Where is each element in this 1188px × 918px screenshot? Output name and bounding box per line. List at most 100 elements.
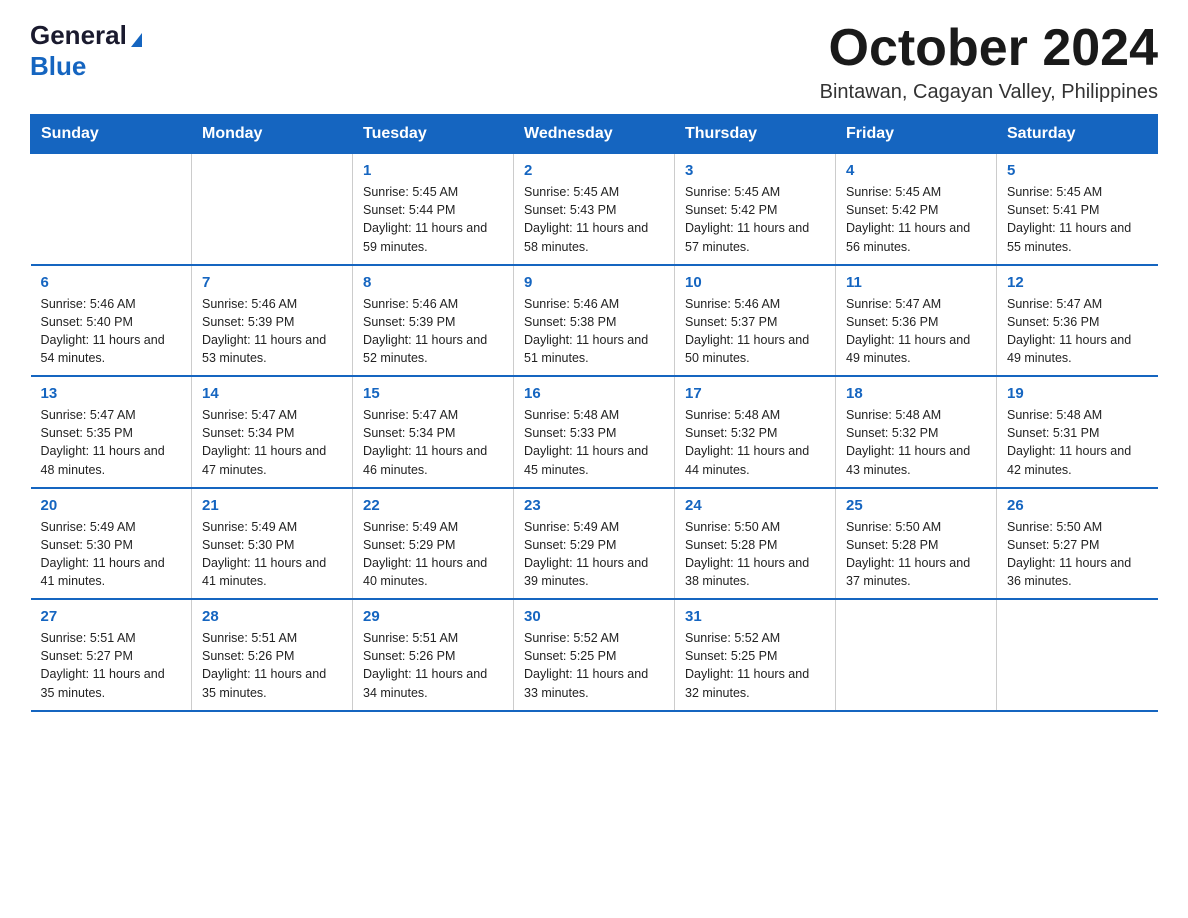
day-number: 27 <box>41 608 182 625</box>
day-number: 6 <box>41 274 182 291</box>
calendar-cell: 1 Sunrise: 5:45 AMSunset: 5:44 PMDaylight… <box>353 154 514 265</box>
page-header: General Blue October 2024 Bintawan, Caga… <box>30 20 1158 104</box>
day-number: 24 <box>685 497 825 514</box>
day-info: Sunrise: 5:48 AMSunset: 5:32 PMDaylight:… <box>685 406 825 479</box>
day-number: 17 <box>685 385 825 402</box>
day-info: Sunrise: 5:49 AMSunset: 5:29 PMDaylight:… <box>363 518 503 591</box>
day-number: 10 <box>685 274 825 291</box>
day-number: 31 <box>685 608 825 625</box>
calendar-header-row: SundayMondayTuesdayWednesdayThursdayFrid… <box>31 115 1158 154</box>
day-number: 1 <box>363 162 503 179</box>
day-info: Sunrise: 5:48 AMSunset: 5:31 PMDaylight:… <box>1007 406 1148 479</box>
calendar-cell <box>192 154 353 265</box>
day-info: Sunrise: 5:50 AMSunset: 5:28 PMDaylight:… <box>685 518 825 591</box>
day-number: 2 <box>524 162 664 179</box>
calendar-cell: 31 Sunrise: 5:52 AMSunset: 5:25 PMDayligh… <box>675 599 836 711</box>
day-info: Sunrise: 5:45 AMSunset: 5:43 PMDaylight:… <box>524 183 664 256</box>
calendar-cell <box>997 599 1158 711</box>
day-number: 12 <box>1007 274 1148 291</box>
calendar-cell: 9 Sunrise: 5:46 AMSunset: 5:38 PMDaylight… <box>514 265 675 377</box>
calendar-cell: 19Sunrise: 5:48 AMSunset: 5:31 PMDayligh… <box>997 376 1158 488</box>
day-number: 21 <box>202 497 342 514</box>
column-header-saturday: Saturday <box>997 115 1158 154</box>
column-header-friday: Friday <box>836 115 997 154</box>
calendar-cell <box>836 599 997 711</box>
logo-triangle-icon <box>131 33 142 47</box>
calendar-cell: 7 Sunrise: 5:46 AMSunset: 5:39 PMDaylight… <box>192 265 353 377</box>
calendar-week-4: 20Sunrise: 5:49 AMSunset: 5:30 PMDayligh… <box>31 488 1158 600</box>
day-number: 23 <box>524 497 664 514</box>
calendar-week-1: 1 Sunrise: 5:45 AMSunset: 5:44 PMDaylight… <box>31 154 1158 265</box>
day-info: Sunrise: 5:48 AMSunset: 5:33 PMDaylight:… <box>524 406 664 479</box>
day-number: 13 <box>41 385 182 402</box>
calendar-cell: 11 Sunrise: 5:47 AMSunset: 5:36 PMDayligh… <box>836 265 997 377</box>
day-info: Sunrise: 5:46 AMSunset: 5:38 PMDaylight:… <box>524 295 664 368</box>
calendar-cell: 3 Sunrise: 5:45 AMSunset: 5:42 PMDaylight… <box>675 154 836 265</box>
title-area: October 2024 Bintawan, Cagayan Valley, P… <box>820 20 1158 104</box>
calendar-week-2: 6 Sunrise: 5:46 AMSunset: 5:40 PMDaylight… <box>31 265 1158 377</box>
day-info: Sunrise: 5:49 AMSunset: 5:30 PMDaylight:… <box>41 518 182 591</box>
day-info: Sunrise: 5:52 AMSunset: 5:25 PMDaylight:… <box>685 629 825 702</box>
day-info: Sunrise: 5:47 AMSunset: 5:36 PMDaylight:… <box>846 295 986 368</box>
calendar-table: SundayMondayTuesdayWednesdayThursdayFrid… <box>30 114 1158 712</box>
calendar-cell: 28 Sunrise: 5:51 AMSunset: 5:26 PMDayligh… <box>192 599 353 711</box>
calendar-cell: 22 Sunrise: 5:49 AMSunset: 5:29 PMDayligh… <box>353 488 514 600</box>
calendar-cell: 12 Sunrise: 5:47 AMSunset: 5:36 PMDayligh… <box>997 265 1158 377</box>
calendar-cell: 17 Sunrise: 5:48 AMSunset: 5:32 PMDayligh… <box>675 376 836 488</box>
day-info: Sunrise: 5:47 AMSunset: 5:36 PMDaylight:… <box>1007 295 1148 368</box>
day-info: Sunrise: 5:48 AMSunset: 5:32 PMDaylight:… <box>846 406 986 479</box>
day-info: Sunrise: 5:50 AMSunset: 5:28 PMDaylight:… <box>846 518 986 591</box>
calendar-cell <box>31 154 192 265</box>
calendar-cell: 6 Sunrise: 5:46 AMSunset: 5:40 PMDaylight… <box>31 265 192 377</box>
calendar-cell: 20Sunrise: 5:49 AMSunset: 5:30 PMDayligh… <box>31 488 192 600</box>
calendar-cell: 23Sunrise: 5:49 AMSunset: 5:29 PMDayligh… <box>514 488 675 600</box>
day-info: Sunrise: 5:47 AMSunset: 5:34 PMDaylight:… <box>202 406 342 479</box>
calendar-cell: 16 Sunrise: 5:48 AMSunset: 5:33 PMDayligh… <box>514 376 675 488</box>
calendar-cell: 30 Sunrise: 5:52 AMSunset: 5:25 PMDayligh… <box>514 599 675 711</box>
column-header-wednesday: Wednesday <box>514 115 675 154</box>
day-info: Sunrise: 5:50 AMSunset: 5:27 PMDaylight:… <box>1007 518 1148 591</box>
calendar-cell: 13 Sunrise: 5:47 AMSunset: 5:35 PMDayligh… <box>31 376 192 488</box>
day-info: Sunrise: 5:49 AMSunset: 5:30 PMDaylight:… <box>202 518 342 591</box>
day-number: 9 <box>524 274 664 291</box>
day-info: Sunrise: 5:45 AMSunset: 5:42 PMDaylight:… <box>685 183 825 256</box>
day-number: 30 <box>524 608 664 625</box>
calendar-cell: 24 Sunrise: 5:50 AMSunset: 5:28 PMDayligh… <box>675 488 836 600</box>
day-number: 26 <box>1007 497 1148 514</box>
calendar-cell: 29Sunrise: 5:51 AMSunset: 5:26 PMDayligh… <box>353 599 514 711</box>
calendar-cell: 4Sunrise: 5:45 AMSunset: 5:42 PMDaylight… <box>836 154 997 265</box>
day-number: 14 <box>202 385 342 402</box>
day-info: Sunrise: 5:51 AMSunset: 5:26 PMDaylight:… <box>202 629 342 702</box>
page-subtitle: Bintawan, Cagayan Valley, Philippines <box>820 81 1158 104</box>
day-number: 5 <box>1007 162 1148 179</box>
day-number: 22 <box>363 497 503 514</box>
day-info: Sunrise: 5:52 AMSunset: 5:25 PMDaylight:… <box>524 629 664 702</box>
day-info: Sunrise: 5:46 AMSunset: 5:40 PMDaylight:… <box>41 295 182 368</box>
day-info: Sunrise: 5:45 AMSunset: 5:41 PMDaylight:… <box>1007 183 1148 256</box>
column-header-monday: Monday <box>192 115 353 154</box>
day-number: 15 <box>363 385 503 402</box>
day-number: 7 <box>202 274 342 291</box>
day-number: 11 <box>846 274 986 291</box>
calendar-cell: 21 Sunrise: 5:49 AMSunset: 5:30 PMDayligh… <box>192 488 353 600</box>
calendar-cell: 18Sunrise: 5:48 AMSunset: 5:32 PMDayligh… <box>836 376 997 488</box>
calendar-cell: 15 Sunrise: 5:47 AMSunset: 5:34 PMDayligh… <box>353 376 514 488</box>
day-number: 29 <box>363 608 503 625</box>
calendar-week-3: 13 Sunrise: 5:47 AMSunset: 5:35 PMDayligh… <box>31 376 1158 488</box>
calendar-cell: 5 Sunrise: 5:45 AMSunset: 5:41 PMDaylight… <box>997 154 1158 265</box>
column-header-thursday: Thursday <box>675 115 836 154</box>
calendar-cell: 26 Sunrise: 5:50 AMSunset: 5:27 PMDayligh… <box>997 488 1158 600</box>
day-info: Sunrise: 5:46 AMSunset: 5:39 PMDaylight:… <box>202 295 342 368</box>
column-header-tuesday: Tuesday <box>353 115 514 154</box>
day-info: Sunrise: 5:51 AMSunset: 5:27 PMDaylight:… <box>41 629 182 702</box>
calendar-cell: 2 Sunrise: 5:45 AMSunset: 5:43 PMDaylight… <box>514 154 675 265</box>
day-info: Sunrise: 5:47 AMSunset: 5:34 PMDaylight:… <box>363 406 503 479</box>
day-info: Sunrise: 5:47 AMSunset: 5:35 PMDaylight:… <box>41 406 182 479</box>
day-number: 25 <box>846 497 986 514</box>
calendar-week-5: 27 Sunrise: 5:51 AMSunset: 5:27 PMDayligh… <box>31 599 1158 711</box>
day-number: 3 <box>685 162 825 179</box>
day-number: 16 <box>524 385 664 402</box>
day-number: 28 <box>202 608 342 625</box>
day-info: Sunrise: 5:46 AMSunset: 5:37 PMDaylight:… <box>685 295 825 368</box>
day-info: Sunrise: 5:45 AMSunset: 5:44 PMDaylight:… <box>363 183 503 256</box>
